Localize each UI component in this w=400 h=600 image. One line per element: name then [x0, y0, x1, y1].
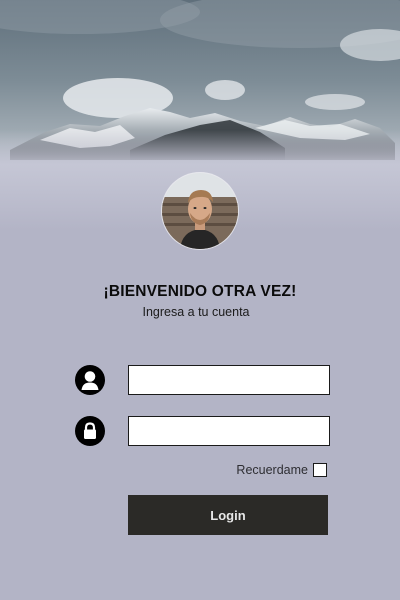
remember-me-checkbox[interactable] [313, 463, 327, 477]
login-screen: ¡BIENVENIDO OTRA VEZ! Ingresa a tu cuent… [0, 0, 400, 600]
login-button[interactable]: Login [128, 495, 328, 535]
lock-icon [75, 416, 105, 446]
remember-me-label: Recuerdame [236, 463, 308, 477]
username-field[interactable] [128, 365, 330, 395]
password-field[interactable] [128, 416, 330, 446]
welcome-title: ¡BIENVENIDO OTRA VEZ! [103, 283, 297, 300]
user-avatar [162, 173, 238, 249]
user-icon [75, 365, 105, 395]
welcome-subtitle: Ingresa a tu cuenta [142, 305, 250, 319]
